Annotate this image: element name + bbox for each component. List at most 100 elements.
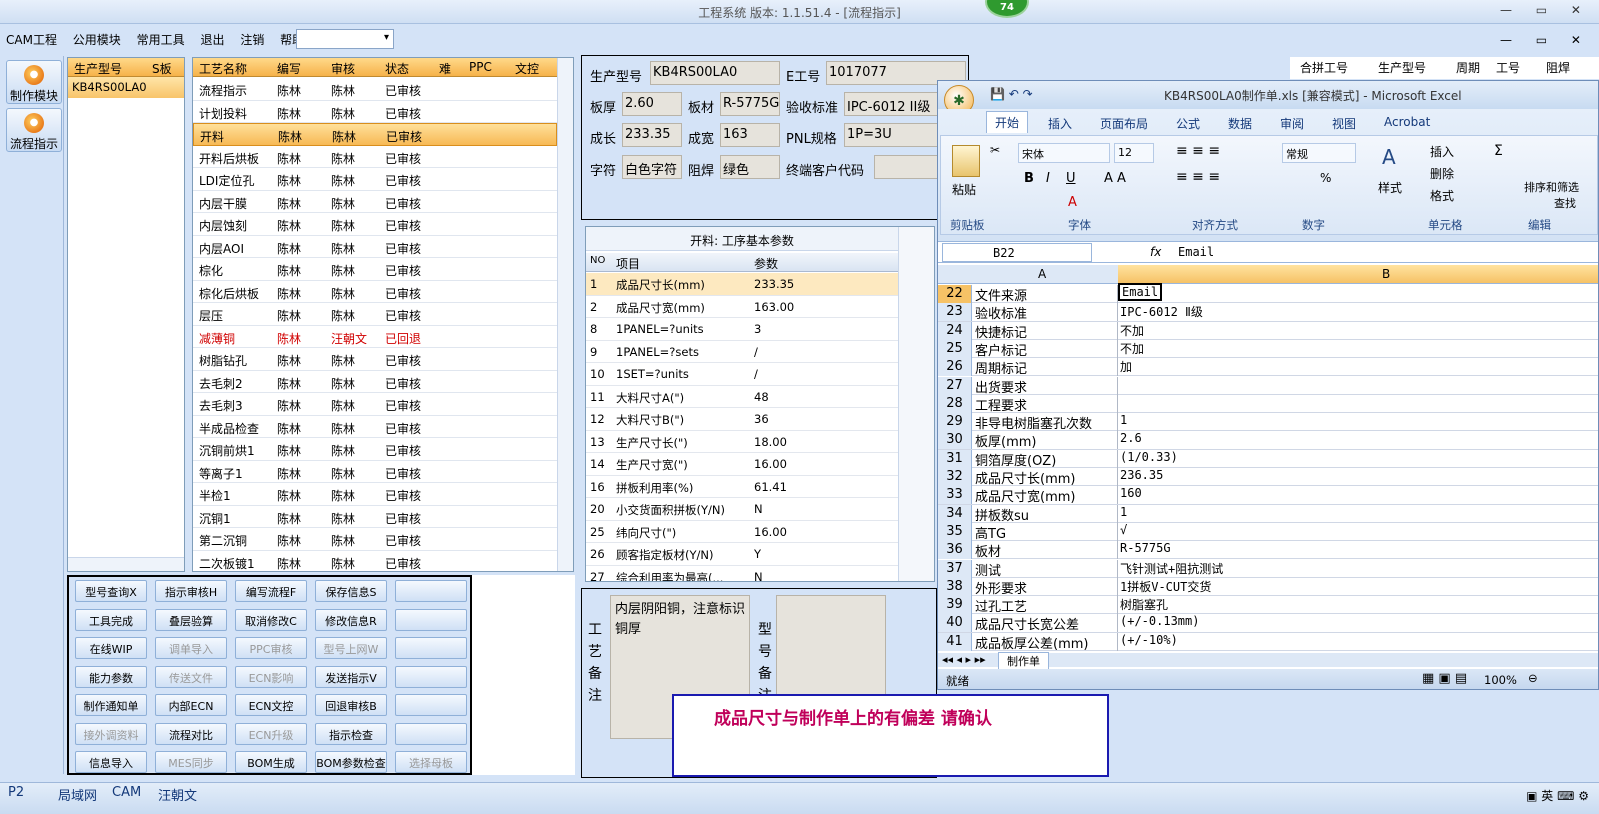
row-number[interactable]: 32 [938,468,972,486]
cell-b[interactable]: √ [1120,523,1127,537]
cell-b[interactable]: 不加 [1120,322,1144,339]
sheet-row[interactable]: 41 成品板厚公差(mm) (+/-10%) [938,632,1598,652]
nav-make-module-button[interactable]: ● 制作模块 [6,60,62,104]
name-box[interactable]: B22 [942,243,1092,262]
table-row[interactable]: 第二沉铜 陈林 陈林 已审核 [193,528,557,551]
table-row[interactable]: 开料后烘板 陈林 陈林 已审核 [193,146,557,168]
selected-col-header[interactable]: B [1118,265,1598,283]
command-button[interactable]: 指示审核H [155,580,227,602]
row-number[interactable]: 26 [938,358,972,377]
col-header[interactable]: 工号 [1496,59,1520,76]
menu-tools[interactable]: 常用工具 [131,27,191,52]
format-label[interactable]: 格式 [1430,187,1454,204]
ribbon-tab[interactable]: 审阅 [1280,115,1304,132]
col-header[interactable]: 项目 [616,255,640,272]
paste-icon[interactable] [952,145,980,177]
list-item[interactable]: KB4RS00LA0 [68,77,184,98]
cell-b[interactable]: 236.35 [1120,468,1163,482]
table-row[interactable]: 13 生产尺寸长(") 18.00 [586,431,898,453]
command-button[interactable]: 编写流程F [235,580,307,602]
cell-a[interactable]: 板材 [975,541,1001,560]
cell-b[interactable]: 不加 [1120,340,1144,357]
col-header[interactable]: 生产型号 [74,60,122,77]
command-button[interactable]: 工具完成 [75,608,147,631]
sheet-row[interactable]: 25 客户标记 不加 [938,339,1598,359]
command-button[interactable] [395,637,467,659]
table-row[interactable]: 26 顾客指定板材(Y/N) Y [586,543,898,566]
zoom-level[interactable]: 100% [1484,673,1517,687]
font-combo[interactable]: 宋体 [1018,143,1110,163]
table-row[interactable]: 沉铜前烘1 陈林 陈林 已审核 [193,438,557,461]
command-button[interactable] [395,722,467,745]
sheet-row[interactable]: 27 出货要求 [938,376,1598,396]
table-row[interactable]: 8 1PANEL=?units 3 [586,318,898,341]
table-row[interactable]: LDI定位孔 陈林 陈林 已审核 [193,168,557,191]
tray-icons[interactable]: ▣ 英 ⌨ ⚙ [1526,787,1589,804]
col-header[interactable]: NO [590,255,605,266]
table-row[interactable]: 2 成品尺寸宽(mm) 163.00 [586,296,898,318]
menu-logout[interactable]: 注销 [234,27,270,52]
cell-a[interactable]: 成品尺寸长宽公差 [975,614,1079,633]
bold-icon[interactable]: B [1024,171,1034,186]
col-header[interactable]: 审核 [331,60,355,77]
table-row[interactable]: 去毛刺3 陈林 陈林 已审核 [193,393,557,416]
cell-a[interactable]: 出货要求 [975,377,1027,396]
table-row[interactable]: 16 拼板利用率(%) 61.41 [586,476,898,498]
table-row[interactable]: 层压 陈林 陈林 已审核 [193,303,557,326]
row-number[interactable]: 24 [938,321,972,340]
style-label[interactable]: 样式 [1378,179,1402,196]
cell-a[interactable]: 高TG [975,523,1006,542]
menu-cam[interactable]: CAM工程 [0,27,63,52]
sheet-row[interactable]: 35 高TG √ [938,522,1598,542]
row-number[interactable]: 41 [938,632,972,651]
cell-a[interactable]: 成品板厚公差(mm) [975,633,1088,652]
table-row[interactable]: 树脂钻孔 陈林 陈林 已审核 [193,348,557,371]
table-row[interactable]: 1 成品尺寸长(mm) 233.35 [586,273,898,296]
underline-icon[interactable]: U [1066,171,1076,186]
row-number[interactable]: 22 [938,285,972,303]
cell-b[interactable]: 2.6 [1120,431,1142,445]
ribbon-tab[interactable]: 页面布局 [1100,115,1148,132]
sheet-row[interactable]: 29 非导电树脂塞孔次数 1 [938,413,1598,432]
percent-icon[interactable]: % [1320,171,1331,185]
col-header[interactable]: 文控 [515,60,539,77]
nav-flow-button[interactable]: ● 流程指示 [6,108,62,152]
cell-b[interactable]: Email [1117,283,1163,301]
command-button[interactable] [395,665,467,688]
row-number[interactable]: 40 [938,614,972,633]
cell-a[interactable]: 周期标记 [975,358,1027,377]
col-header[interactable]: 阻焊 [1546,59,1570,76]
style-icon[interactable]: A [1382,145,1396,169]
sheet-row[interactable]: 31 铜箔厚度(OZ) (1/0.33) [938,449,1598,469]
row-number[interactable]: 29 [938,413,972,432]
menu-combo[interactable]: ▾ [296,29,394,49]
ribbon-tab[interactable]: 开始 [986,111,1029,133]
row-number[interactable]: 28 [938,394,972,413]
table-row[interactable]: 25 纬向尺寸(") 16.00 [586,521,898,543]
cell-b[interactable]: (+/-0.13mm) [1120,614,1199,628]
cell-b[interactable]: R-5775G [1120,541,1171,555]
window-controls[interactable]: — ▭ ✕ [1500,3,1591,17]
command-button[interactable]: PPC审核 [235,637,307,659]
mask-field[interactable]: 绿色 [720,155,780,179]
cell-a[interactable]: 拼板数su [975,505,1029,524]
prod-field[interactable]: KB4RS00LA0 [650,61,780,85]
scissors-icon[interactable]: ✂ [990,143,1000,157]
col-header[interactable]: 参数 [754,255,778,272]
table-row[interactable]: 9 1PANEL=?sets / [586,341,898,363]
table-row[interactable]: 开料 陈林 陈林 已审核 [193,123,557,146]
cell-a[interactable]: 成品尺寸长(mm) [975,468,1075,487]
number-format-combo[interactable]: 常规 [1282,143,1356,163]
col-header[interactable]: A [1038,267,1046,281]
wid-field[interactable]: 163 [720,123,780,147]
cell-a[interactable]: 测试 [975,560,1001,579]
col-header[interactable]: S板 [152,60,172,77]
sheet-tab[interactable]: 制作单 [998,652,1049,670]
ribbon-tab[interactable]: 视图 [1332,115,1356,132]
cell-b[interactable]: 1 [1120,505,1127,519]
command-button[interactable]: 在线WIP [75,637,147,659]
table-row[interactable]: 11 大料尺寸A(") 48 [586,386,898,408]
mat-field[interactable]: R-5775G [720,92,780,116]
command-button[interactable]: ECN文控 [235,694,307,716]
sheet-row[interactable]: 24 快捷标记 不加 [938,321,1598,341]
